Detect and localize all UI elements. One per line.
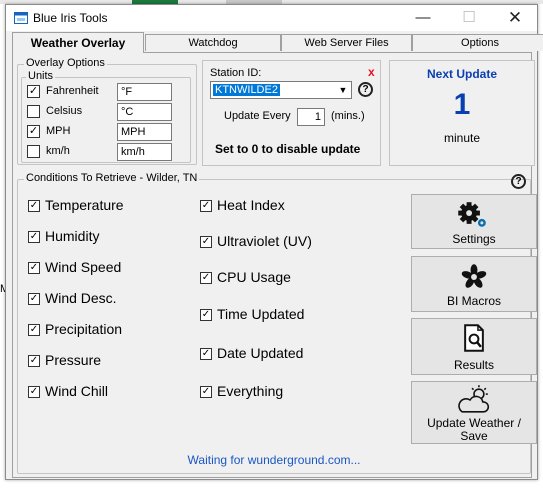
update-every-field[interactable]: 1: [297, 108, 325, 126]
wind-desc-checkbox[interactable]: ✓: [28, 293, 40, 305]
humidity-label: Humidity: [45, 228, 100, 244]
settings-label: Settings: [452, 232, 496, 246]
flower-icon: [461, 264, 487, 288]
app-window-icon: [14, 12, 28, 24]
conditions-group: Conditions To Retrieve - Wilder, TN ? ✓ …: [17, 172, 537, 474]
maximize-button[interactable]: ☐: [446, 5, 492, 31]
next-update-title: Next Update: [426, 67, 497, 81]
partly-cloudy-icon: [458, 385, 490, 413]
everything-checkbox[interactable]: ✓: [200, 386, 212, 398]
settings-button[interactable]: Settings: [411, 194, 537, 249]
update-weather-label-line2: Save: [460, 429, 488, 443]
results-label: Results: [453, 358, 494, 372]
wind-speed-checkbox[interactable]: ✓: [28, 262, 40, 274]
status-text: Waiting for wunderground.com...: [187, 453, 361, 467]
station-id-selected: KTNWILDE2: [213, 84, 280, 96]
window-title: Blue Iris Tools: [33, 11, 108, 25]
fahrenheit-checkbox[interactable]: ✓: [27, 85, 40, 98]
wind-chill-checkbox[interactable]: ✓: [28, 386, 40, 398]
clear-station-button[interactable]: x: [368, 65, 375, 79]
cpu-usage-label: CPU Usage: [217, 269, 291, 285]
ultraviolet-label: Ultraviolet (UV): [217, 233, 312, 249]
update-every-label: Update Every: [224, 110, 291, 122]
heat-index-label: Heat Index: [217, 197, 285, 213]
bi-macros-label: BI Macros: [446, 294, 501, 308]
cpu-usage-checkbox[interactable]: ✓: [200, 272, 212, 284]
temperature-label: Temperature: [45, 197, 124, 213]
update-weather-label-line1: Update Weather /: [427, 416, 521, 430]
next-update-panel: Next Update 1 minute: [389, 60, 535, 166]
tab-strip: Weather Overlay Watchdog Web Server File…: [12, 32, 543, 53]
date-updated-checkbox[interactable]: ✓: [200, 348, 212, 360]
conditions-legend: Conditions To Retrieve - Wilder, TN: [24, 172, 200, 184]
disable-update-hint: Set to 0 to disable update: [215, 142, 361, 156]
next-update-unit: minute: [443, 131, 481, 145]
tab-weather-overlay[interactable]: Weather Overlay: [12, 32, 144, 53]
station-help-icon[interactable]: ?: [358, 82, 373, 97]
time-updated-label: Time Updated: [217, 306, 305, 322]
overlay-options-legend: Overlay Options: [24, 57, 107, 69]
tab-watchdog[interactable]: Watchdog: [145, 34, 281, 51]
date-updated-label: Date Updated: [217, 345, 304, 361]
document-search-icon: [464, 324, 484, 352]
mph-checkbox[interactable]: ✓: [27, 125, 40, 138]
conditions-help-icon[interactable]: ?: [511, 174, 526, 189]
minimize-button[interactable]: —: [400, 5, 446, 31]
precipitation-checkbox[interactable]: ✓: [28, 324, 40, 336]
gears-icon: [458, 202, 486, 227]
precipitation-label: Precipitation: [45, 321, 123, 337]
humidity-checkbox[interactable]: ✓: [28, 231, 40, 243]
celsius-checkbox[interactable]: [27, 105, 40, 118]
wind-speed-label: Wind Speed: [45, 259, 122, 275]
kmh-label: km/h: [46, 145, 70, 157]
mph-label: MPH: [46, 125, 71, 137]
units-legend: Units: [26, 70, 56, 82]
everything-label: Everything: [217, 383, 284, 399]
kmh-checkbox[interactable]: [27, 145, 40, 158]
celsius-label: Celsius: [46, 105, 83, 117]
update-every-unit: (mins.): [331, 110, 365, 122]
wind-desc-label: Wind Desc.: [45, 290, 117, 306]
station-id-dropdown[interactable]: KTNWILDE2 ▼: [210, 81, 352, 99]
pressure-checkbox[interactable]: ✓: [28, 355, 40, 367]
update-weather-save-button[interactable]: Update Weather / Save: [411, 381, 537, 444]
app-window: Blue Iris Tools — ☐ ✕ Weather Overlay Wa…: [5, 4, 543, 480]
kmh-format-field[interactable]: km/h: [117, 143, 172, 161]
close-button[interactable]: ✕: [492, 5, 538, 31]
mph-format-field[interactable]: MPH: [117, 123, 172, 141]
bi-macros-button[interactable]: BI Macros: [411, 256, 537, 312]
ultraviolet-checkbox[interactable]: ✓: [200, 236, 212, 248]
heat-index-checkbox[interactable]: ✓: [200, 200, 212, 212]
next-update-count: 1: [453, 88, 471, 121]
temperature-checkbox[interactable]: ✓: [28, 200, 40, 212]
wind-chill-label: Wind Chill: [45, 383, 109, 399]
overlay-options-group: Overlay Options Units ✓ Fahrenheit °F Ce…: [17, 57, 197, 165]
pressure-label: Pressure: [45, 352, 102, 368]
results-button[interactable]: Results: [411, 318, 537, 375]
chevron-down-icon[interactable]: ▼: [335, 82, 351, 98]
celsius-format-field[interactable]: °C: [117, 103, 172, 121]
station-id-label: Station ID:: [210, 67, 262, 79]
fahrenheit-format-field[interactable]: °F: [117, 83, 172, 101]
tab-options[interactable]: Options: [412, 34, 543, 51]
title-bar[interactable]: Blue Iris Tools — ☐ ✕: [6, 5, 537, 31]
station-group: Station ID: x KTNWILDE2 ▼ ? Update Every…: [202, 60, 381, 166]
tab-web-server-files[interactable]: Web Server Files: [281, 34, 412, 51]
fahrenheit-label: Fahrenheit: [46, 85, 99, 97]
time-updated-checkbox[interactable]: ✓: [200, 309, 212, 321]
weather-overlay-panel: Overlay Options Units ✓ Fahrenheit °F Ce…: [12, 52, 537, 478]
units-group: Units ✓ Fahrenheit °F Celsius °C ✓ MPH M…: [21, 70, 191, 163]
